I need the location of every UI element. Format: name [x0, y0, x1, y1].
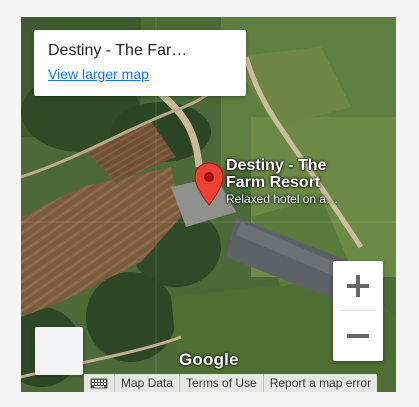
place-marker-label[interactable]: Destiny - The Farm Resort Relaxed hotel …: [226, 157, 338, 206]
keyboard-icon: [90, 378, 108, 389]
keyboard-shortcuts-button[interactable]: [84, 374, 114, 392]
attribution-bar: Map Data Terms of Use Report a map error: [84, 374, 378, 392]
place-info-card: Destiny - The Far… View larger map: [34, 30, 246, 96]
place-card-title: Destiny - The Far…: [48, 42, 188, 59]
zoom-in-button[interactable]: [333, 261, 383, 311]
view-larger-map-link[interactable]: View larger map: [48, 66, 232, 82]
terms-of-use-link[interactable]: Terms of Use: [179, 374, 263, 392]
map-pin-icon[interactable]: [194, 162, 224, 206]
street-view-button[interactable]: [35, 327, 83, 375]
zoom-out-button[interactable]: [333, 311, 383, 361]
google-logo: Google: [179, 350, 239, 369]
map-data-link[interactable]: Map Data: [114, 374, 179, 392]
place-name-line2: Farm Resort: [226, 174, 321, 191]
map-viewport[interactable]: Destiny - The Far… View larger map Desti…: [21, 17, 396, 392]
place-description: Relaxed hotel on a…: [226, 192, 339, 206]
zoom-control: [333, 261, 383, 361]
place-name-line1: Destiny - The: [226, 157, 327, 174]
report-map-error-link[interactable]: Report a map error: [262, 374, 377, 392]
